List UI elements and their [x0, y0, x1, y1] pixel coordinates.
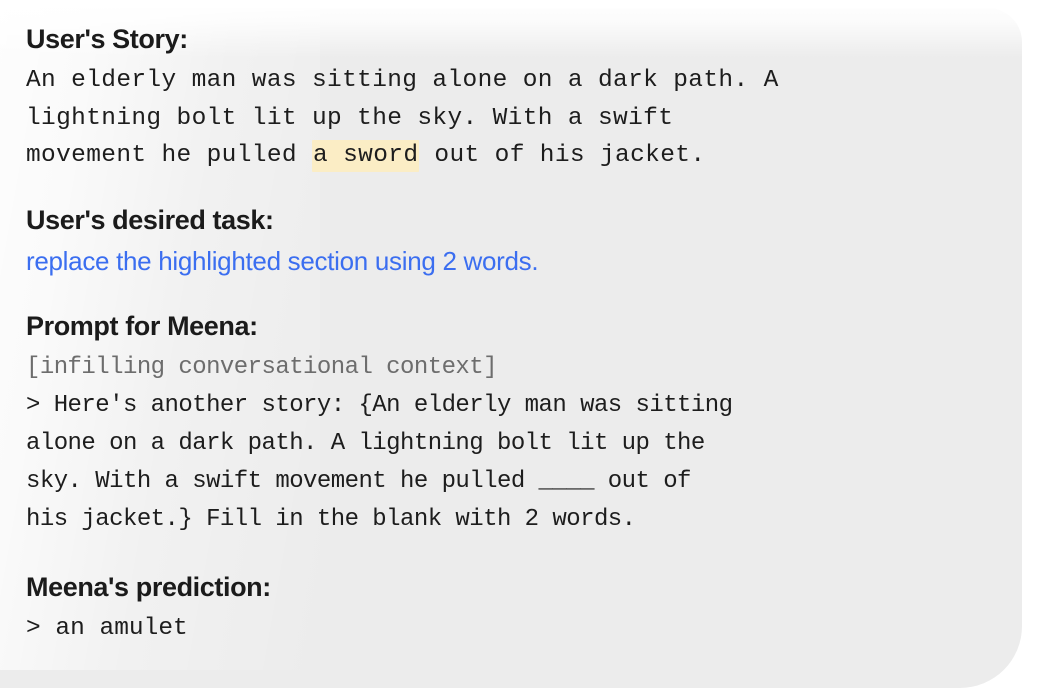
users-story-line-1: An elderly man was sitting alone on a da… — [26, 67, 779, 94]
users-story-line-3: movement he pulled a sword out of his ja… — [26, 137, 779, 175]
prompt-context-note: [infilling conversational context] — [26, 354, 498, 381]
users-desired-task-text: replace the highlighted section using 2 … — [26, 246, 539, 276]
prompt-line-1: > Here's another story: {An elderly man … — [26, 392, 733, 419]
prompt-line-2: alone on a dark path. A lightning bolt l… — [26, 430, 705, 457]
prompt-line-4: his jacket.} Fill in the blank with 2 wo… — [26, 506, 636, 533]
meenas-prediction-text: > an amulet — [26, 615, 188, 642]
section-users-desired-task: User's desired task: replace the highlig… — [26, 203, 539, 278]
meenas-prediction-heading: Meena's prediction: — [26, 572, 271, 602]
story-text-after-highlight: out of his jacket. — [419, 142, 706, 169]
story-text-before-highlight: movement he pulled — [26, 142, 312, 169]
users-story-heading: User's Story: — [26, 24, 188, 54]
users-story-line-2: lightning bolt lit up the sky. With a sw… — [26, 104, 674, 132]
section-prompt-for-meena: Prompt for Meena: [infilling conversatio… — [26, 309, 733, 539]
prompt-line-3: sky. With a swift movement he pulled ___… — [26, 468, 691, 495]
section-meenas-prediction: Meena's prediction: > an amulet — [26, 570, 271, 648]
highlighted-span-a-sword: a sword — [312, 140, 420, 172]
users-desired-task-heading: User's desired task: — [26, 205, 274, 235]
section-users-story: User's Story: An elderly man was sitting… — [26, 22, 779, 175]
prompt-for-meena-heading: Prompt for Meena: — [26, 311, 258, 341]
content-area: User's Story: An elderly man was sitting… — [26, 0, 1026, 670]
